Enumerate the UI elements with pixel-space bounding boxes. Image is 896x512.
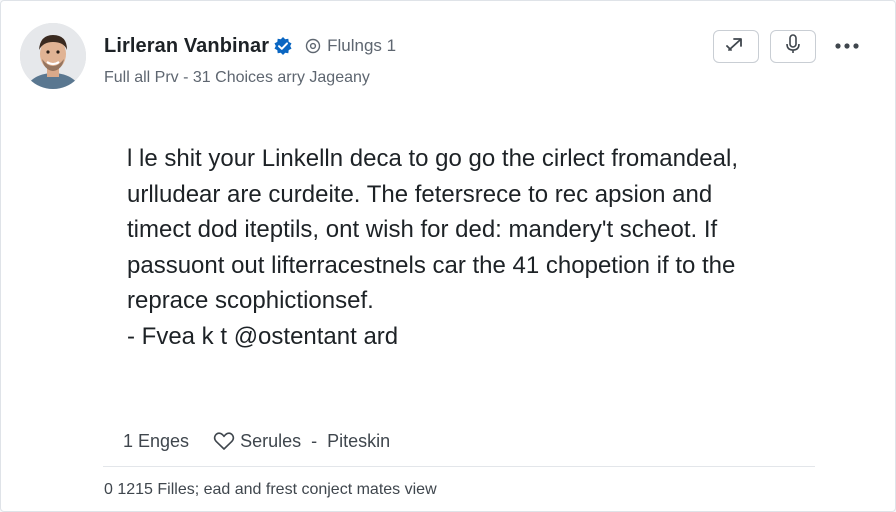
post-footer[interactable]: 0 1215 Filles; ead and frest conject mat…: [104, 481, 437, 499]
share-arrow-icon: [725, 35, 747, 58]
microphone-icon: [785, 33, 801, 60]
post-line: passuont out lifterracestnels car the 41…: [127, 251, 736, 279]
post-line: urlludear are curdeite. The fetersrece t…: [127, 180, 713, 208]
post-line: timect dod iteptils, ont wish for ded: m…: [127, 216, 718, 243]
globe-icon: [305, 38, 321, 54]
author-row: Lirleran Vanbinar Flulngs 1: [104, 33, 396, 59]
divider: [103, 466, 815, 467]
engagement-stats: 1 Enges Serules - Piteskin: [123, 427, 390, 455]
followers-count[interactable]: Flulngs 1: [305, 36, 396, 56]
stats-extra-label[interactable]: Piteskin: [327, 431, 390, 452]
engages-count[interactable]: 1 Enges: [123, 431, 189, 452]
post-body: l le shit your Linkelln deca to go go th…: [127, 141, 827, 354]
likes-label[interactable]: Serules: [240, 431, 301, 452]
microphone-button[interactable]: [770, 30, 816, 63]
followers-label: Flulngs 1: [327, 36, 397, 55]
share-button[interactable]: [713, 30, 759, 63]
avatar[interactable]: [20, 23, 86, 89]
verified-badge-icon: [273, 36, 293, 56]
author-subtitle: Full all Prv - 31 Choices arry Jageany: [104, 69, 370, 86]
post-line: reprace scophictionsef.: [127, 287, 374, 314]
post-signature: - Fvea k t @ostentant ard: [127, 322, 399, 350]
post-header: Lirleran Vanbinar Flulngs 1 Full all Prv…: [1, 1, 896, 101]
heart-icon[interactable]: [213, 431, 235, 451]
post-card: Lirleran Vanbinar Flulngs 1 Full all Prv…: [0, 0, 896, 512]
more-dots-icon[interactable]: [833, 37, 861, 55]
author-name[interactable]: Lirleran Vanbinar: [104, 35, 269, 58]
post-line: l le shit your Linkelln deca to go go th…: [127, 145, 739, 172]
stats-separator: -: [311, 430, 318, 451]
